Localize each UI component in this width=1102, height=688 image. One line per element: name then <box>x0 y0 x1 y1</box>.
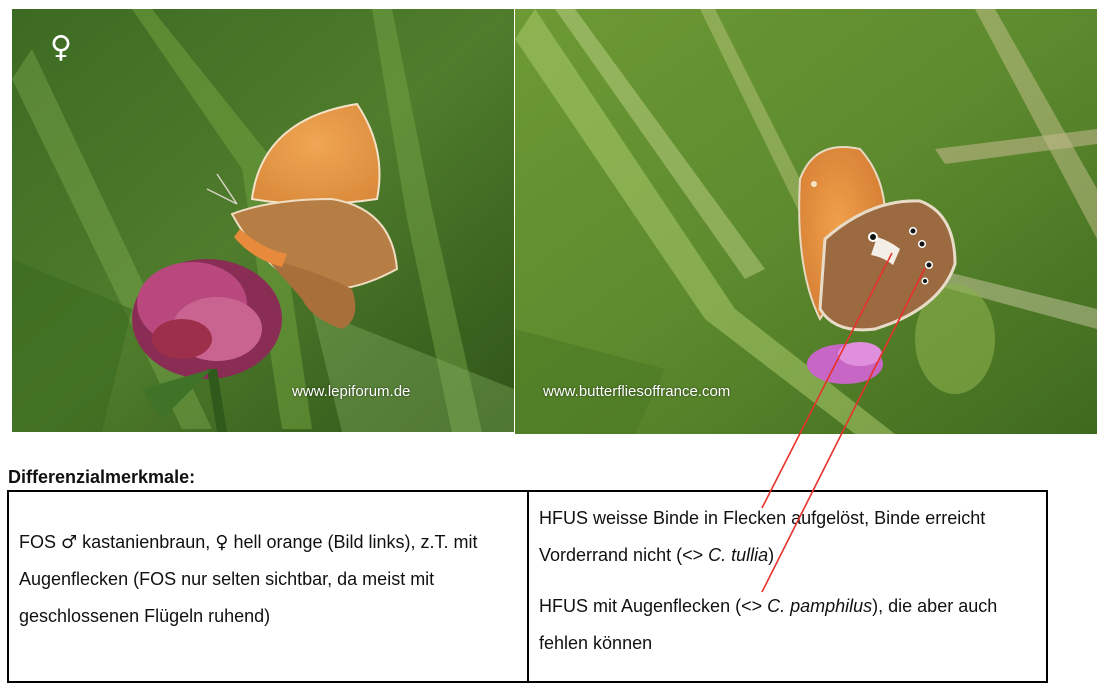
photo-credit-left: www.lepiforum.de <box>292 383 411 400</box>
upperside-label: FOS <box>19 532 62 552</box>
underside-band-text: HFUS weisse Binde in Flecken aufgelöst, … <box>539 500 1036 574</box>
species-pamphilus: C. pamphilus <box>767 596 873 616</box>
photo-female-on-clover-image <box>12 9 514 432</box>
section-heading: Differenzialmerkmale: <box>8 467 196 487</box>
female-symbol: ♀ <box>215 532 229 553</box>
upperside-traits-text: FOS ♂ kastanienbraun, ♀ hell orange (Bil… <box>19 524 517 635</box>
photo-credit-right: www.butterfliesoffrance.com <box>543 383 731 400</box>
underside-eyespots-text: HFUS mit Augenflecken (<> C. pamphilus),… <box>539 588 1036 662</box>
differential-traits-table: FOS ♂ kastanienbraun, ♀ hell orange (Bil… <box>7 490 1048 683</box>
photo-underside-eyespots-image <box>515 9 1097 434</box>
photo-underside-eyespots: www.butterfliesoffrance.com <box>515 9 1097 434</box>
female-symbol-overlay: ♀ <box>50 30 72 65</box>
eyespots-description: HFUS mit Augenflecken (<> <box>539 596 768 616</box>
upperside-traits-cell: FOS ♂ kastanienbraun, ♀ hell orange (Bil… <box>9 492 529 681</box>
species-tullia: C. tullia <box>708 545 769 565</box>
band-description-end: ) <box>768 545 775 565</box>
underside-traits-cell: HFUS weisse Binde in Flecken aufgelöst, … <box>529 492 1046 681</box>
photo-female-on-clover: ♀ www.lepiforum.de <box>12 9 514 432</box>
male-color-text: kastanienbraun, <box>77 532 216 552</box>
male-symbol: ♂ <box>61 532 78 553</box>
